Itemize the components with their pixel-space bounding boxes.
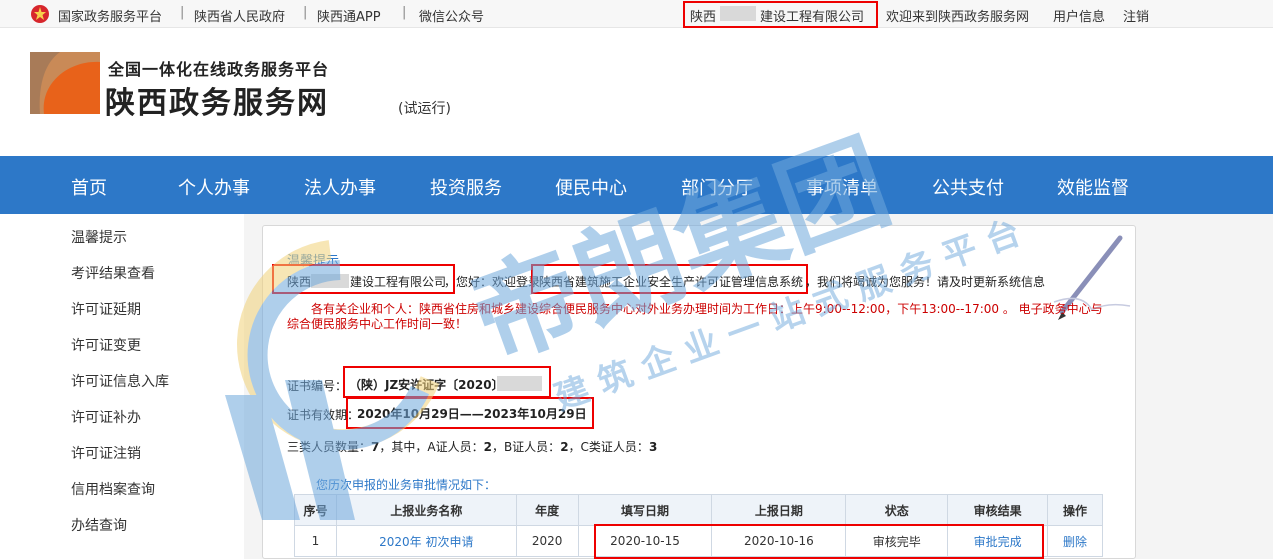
welcome-greeting: ，您好：欢迎登录 (444, 275, 541, 289)
col-header-index: 序号 (294, 494, 337, 526)
welcome-company-prefix: 陕西 (287, 275, 312, 289)
welcome-text: 欢迎来到陕西政务服务网 (886, 10, 1030, 25)
staff-a-count: 2 (483, 440, 492, 454)
col-header-report-date: 上报日期 (711, 494, 847, 526)
logout-link[interactable]: 注销 (1123, 6, 1149, 25)
table-header-row: 序号 上报业务名称 年度 填写日期 上报日期 状态 审核结果 操作 (294, 494, 1103, 526)
user-info-link[interactable]: 用户信息 (1053, 6, 1105, 25)
nav-item-public-payment[interactable]: 公共支付 (932, 174, 1004, 200)
staff-count-label: 三类人员数量： (287, 440, 372, 454)
office-hours-notice: 各有关企业和个人：陕西省住房和城乡建设综合便民服务中心对外业务办理时间为工作日：… (287, 302, 1103, 331)
nav-item-home[interactable]: 首页 (71, 174, 107, 200)
top-bar: 国家政务服务平台 | 陕西省人民政府 | 陕西通APP | 微信公众号 陕西 建… (0, 0, 1273, 28)
col-header-fill-date: 填写日期 (577, 494, 713, 526)
cell-index: 1 (294, 525, 337, 557)
sidebar-item-evaluation[interactable]: 考评结果查看 (71, 263, 155, 283)
company-name-prefix: 陕西 (690, 10, 717, 25)
site-header: 全国一体化在线政务服务平台 陕西政务服务网 (试运行) (0, 28, 1273, 156)
cert-number-value: （陕）JZ安许证字〔2020〕 (349, 378, 504, 392)
staff-c-label: ，C类证人员： (568, 440, 649, 454)
link-wechat-account[interactable]: 微信公众号 (419, 6, 484, 25)
validity-value: 2020年10月29日——2023年10月29日 (357, 407, 587, 421)
staff-a-label: ，其中，A证人员： (379, 440, 484, 454)
separator: | (402, 5, 407, 20)
staff-b-label: ，B证人员： (491, 440, 561, 454)
system-name: 陕西省建筑施工企业安全生产许可证管理信息系统 (539, 275, 804, 289)
staff-count: 三类人员数量：7，其中，A证人员：2，B证人员：2，C类证人员：3 (287, 438, 657, 455)
sidebar-item-credit-records[interactable]: 信用档案查询 (71, 479, 155, 499)
link-national-platform[interactable]: 国家政务服务平台 (58, 6, 162, 25)
delete-link[interactable]: 删除 (1047, 525, 1103, 557)
staff-c-count: 3 (648, 440, 658, 454)
link-shaanxi-government[interactable]: 陕西省人民政府 (194, 6, 285, 25)
nav-item-legal-entity[interactable]: 法人办事 (304, 174, 376, 200)
sidebar-item-tips[interactable]: 温馨提示 (71, 227, 127, 247)
separator: | (180, 5, 185, 20)
redacted-block (497, 376, 542, 391)
site-logo-icon[interactable] (30, 52, 100, 114)
main-nav: 首页 个人办事 法人办事 投资服务 便民中心 部门分厅 事项清单 公共支付 效能… (0, 156, 1273, 214)
nav-item-efficiency[interactable]: 效能监督 (1057, 174, 1129, 200)
validity-label: 证书有效期： (287, 408, 360, 422)
col-header-status: 状态 (845, 494, 949, 526)
staff-b-count: 2 (560, 440, 569, 454)
nav-item-departments[interactable]: 部门分厅 (681, 174, 753, 200)
history-title: 您历次申报的业务审批情况如下： (316, 478, 497, 492)
sidebar-item-info-entry[interactable]: 许可证信息入库 (71, 371, 169, 391)
service-note: ，我们将竭诚为您服务！请及时更新系统信息 (805, 275, 1046, 289)
logo-title: 陕西政务服务网 (105, 86, 329, 121)
nav-item-convenience[interactable]: 便民中心 (555, 174, 627, 200)
col-header-action: 操作 (1047, 494, 1103, 526)
col-header-year: 年度 (515, 494, 579, 526)
cert-number-label: 证书编号： (287, 379, 348, 393)
sidebar-item-reissue[interactable]: 许可证补办 (71, 407, 141, 427)
cell-year: 2020 (515, 525, 579, 557)
national-emblem-icon (31, 5, 49, 23)
company-name-suffix: 建设工程有限公司 (760, 10, 865, 25)
sidebar-item-extension[interactable]: 许可证延期 (71, 299, 141, 319)
dates-review-highlight (594, 524, 1044, 559)
col-header-business-name: 上报业务名称 (335, 494, 517, 526)
nav-item-investment[interactable]: 投资服务 (430, 174, 502, 200)
col-header-review-result: 审核结果 (947, 494, 1048, 526)
sidebar-item-cancel[interactable]: 许可证注销 (71, 443, 141, 463)
sidebar-item-completed[interactable]: 办结查询 (71, 515, 127, 535)
trial-label: (试运行) (398, 101, 451, 117)
business-name-link[interactable]: 2020年 初次申请 (335, 525, 517, 557)
nav-item-item-list[interactable]: 事项清单 (806, 174, 878, 200)
logo-subtitle: 全国一体化在线政务服务平台 (108, 60, 330, 79)
separator: | (303, 5, 308, 20)
sidebar-item-change[interactable]: 许可证变更 (71, 335, 141, 355)
redacted-block (720, 6, 756, 21)
sidebar: 温馨提示 考评结果查看 许可证延期 许可证变更 许可证信息入库 许可证补办 许可… (0, 214, 240, 559)
welcome-company-suffix: 建设工程有限公司 (350, 275, 447, 289)
nav-item-personal[interactable]: 个人办事 (178, 174, 250, 200)
redacted-block (311, 274, 349, 288)
link-shaanxitong-app[interactable]: 陕西通APP (317, 6, 381, 25)
